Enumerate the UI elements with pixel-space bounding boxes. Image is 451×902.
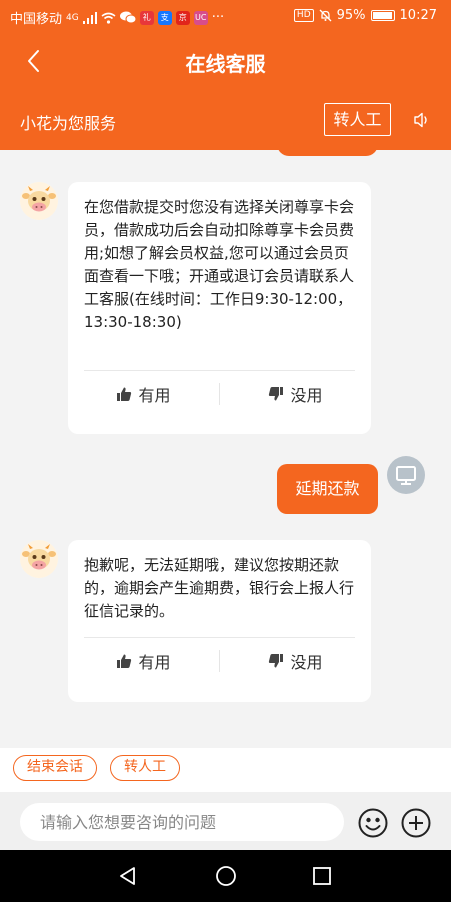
service-label: 小花为您服务 [20,114,117,133]
useless-button[interactable]: 没用 [220,649,371,673]
nav-home-button[interactable] [214,864,238,888]
status-bar: 中国移动 4G 礼 支 京 UC ··· HD 95% 10:27 [0,0,451,32]
more-notifications: ··· [211,10,225,25]
plus-button[interactable] [400,807,432,839]
network-type: 4G [66,12,79,23]
useless-label: 没用 [290,653,323,672]
message-input[interactable] [20,803,344,841]
carrier-label: 中国移动 [10,12,63,27]
app-icon-jd: 京 [175,10,190,25]
clock: 10:27 [399,8,437,23]
previous-user-bubble [277,150,378,156]
chat-area[interactable]: 在您借款提交时您没有选择关闭尊享卡会员，借款成功后会自动扣除尊享卡会员费用;如想… [0,150,451,748]
app-icon-alipay: 支 [157,10,172,25]
battery-icon [370,10,395,21]
nav-back-button[interactable] [116,864,140,888]
useless-label: 没用 [290,386,323,405]
cow-mascot-icon [20,182,58,220]
wifi-icon [101,12,116,24]
thumbs-up-icon [117,654,132,668]
divider [84,370,355,371]
wechat-icon [119,11,136,24]
square-recents-icon [313,867,331,885]
bot-message-text: 抱歉呢，无法延期哦，建议您按期还款的，逾期会产生逾期费，银行会上报人行征信记录的… [84,556,355,620]
thumbs-down-icon [269,387,284,401]
divider [84,637,355,638]
quick-actions: 结束会话 转人工 [0,748,451,792]
bot-message-bubble: 抱歉呢，无法延期哦，建议您按期还款的，逾期会产生逾期费，银行会上报人行征信记录的… [68,540,371,702]
cow-mascot-icon [20,540,58,578]
battery-percent: 95% [336,8,366,23]
mute-bell-icon [319,9,332,22]
thumbs-up-icon [117,387,132,401]
quick-transfer-human-button[interactable]: 转人工 [110,755,180,781]
app-icon-misc: UC [193,10,208,25]
app-icon-taobao: 礼 [139,10,154,25]
status-left: 中国移动 4G 礼 支 京 UC ··· [10,8,224,27]
input-bar [0,792,451,850]
end-session-button[interactable]: 结束会话 [13,755,97,781]
emoji-icon [358,808,388,838]
useful-button[interactable]: 有用 [68,382,219,406]
header: 在线客服 小花为您服务 转人工 [0,32,451,150]
signal-icon [82,11,97,24]
useful-button[interactable]: 有用 [68,649,219,673]
useful-label: 有用 [138,386,171,405]
monitor-icon [396,466,416,485]
triangle-back-icon [120,867,135,885]
bot-avatar [20,540,58,578]
circle-home-icon [216,866,236,886]
bot-message-text: 在您借款提交时您没有选择关闭尊享卡会员，借款成功后会自动扣除尊享卡会员费用;如想… [84,198,355,331]
transfer-human-button[interactable]: 转人工 [324,103,391,136]
system-nav-bar [0,850,451,902]
page-title: 在线客服 [185,52,266,76]
hd-badge: HD [293,9,314,22]
user-avatar [387,456,425,494]
bot-message-bubble: 在您借款提交时您没有选择关闭尊享卡会员，借款成功后会自动扣除尊享卡会员费用;如想… [68,182,371,434]
nav-recents-button[interactable] [310,864,334,888]
bot-avatar [20,182,58,220]
feedback-row: 有用 没用 [68,374,371,414]
speaker-icon [414,112,427,128]
feedback-row: 有用 没用 [68,641,371,681]
emoji-button[interactable] [357,807,389,839]
useless-button[interactable]: 没用 [220,382,371,406]
thumbs-down-icon [269,654,284,668]
status-right: HD 95% 10:27 [293,8,437,23]
user-message-bubble: 延期还款 [277,464,378,514]
useful-label: 有用 [138,653,171,672]
plus-circle-icon [401,808,431,838]
speaker-button[interactable] [413,111,431,129]
